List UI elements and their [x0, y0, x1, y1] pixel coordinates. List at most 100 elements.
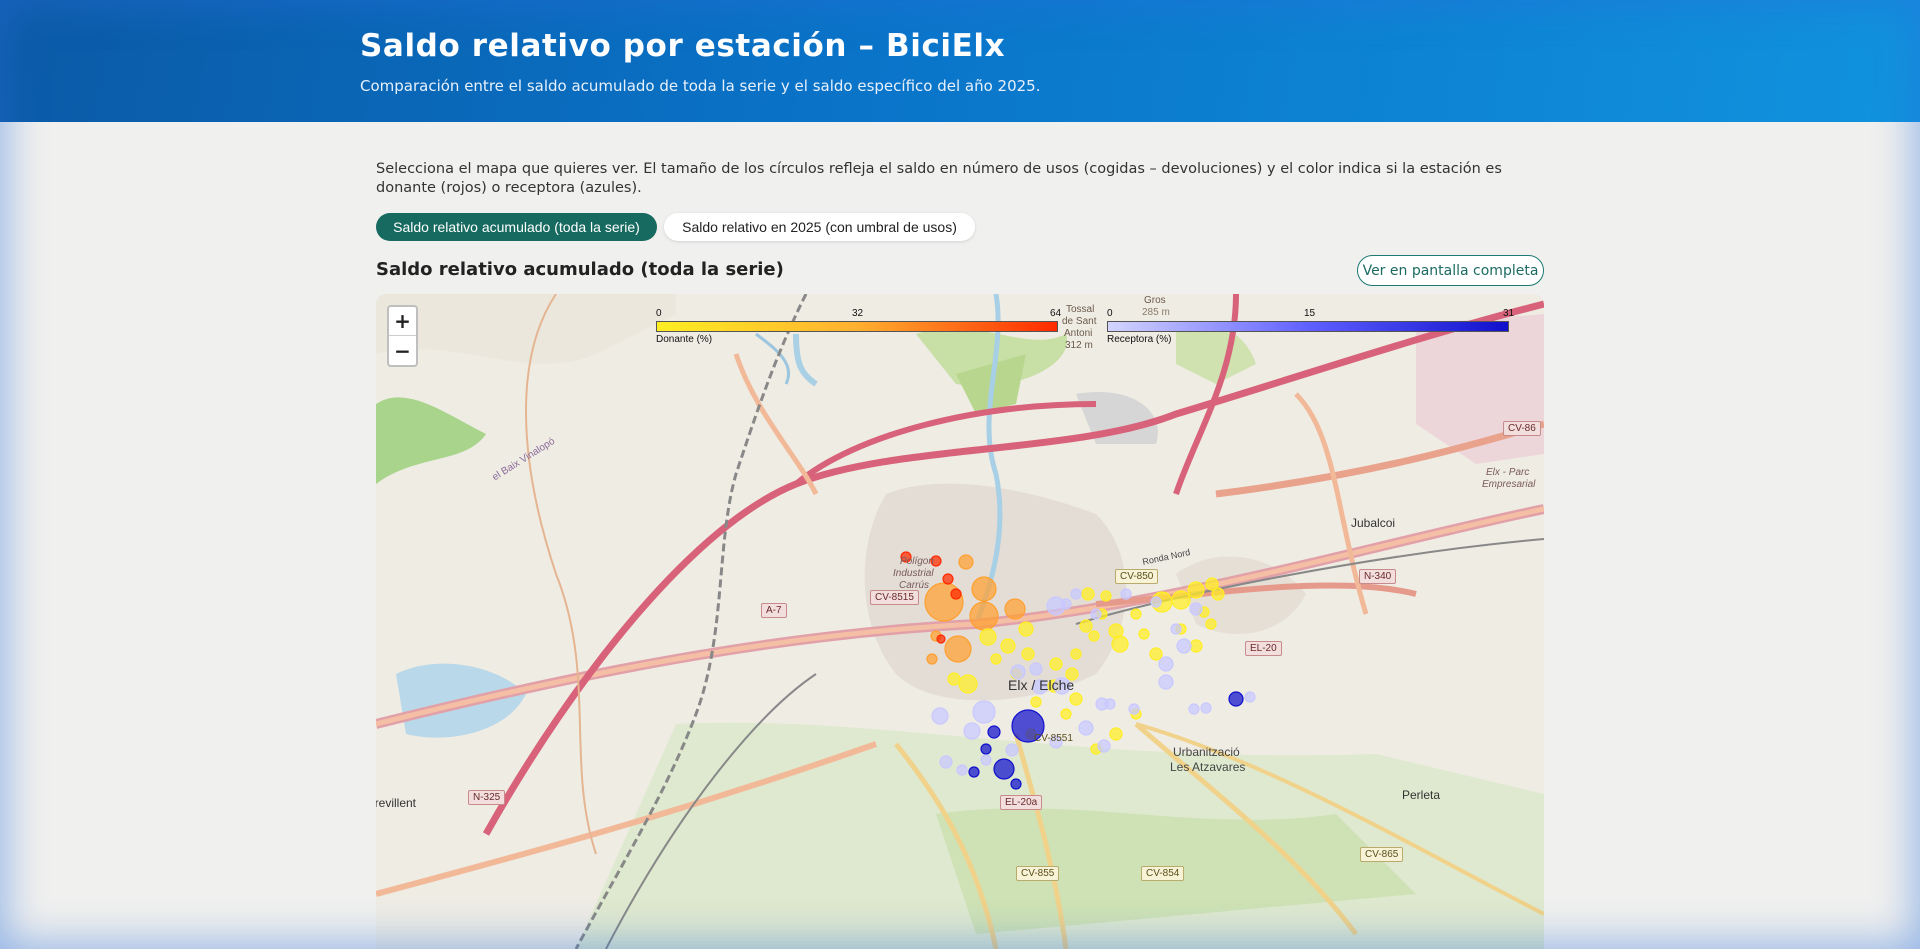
donor-station-marker[interactable]: [1109, 727, 1123, 741]
donor-station-marker[interactable]: [1130, 608, 1142, 620]
receptor-station-marker[interactable]: [1010, 778, 1022, 790]
donante-colorbar: [656, 321, 1058, 332]
receptor-station-marker[interactable]: [931, 707, 949, 725]
donor-station-marker[interactable]: [1108, 623, 1124, 639]
place-atzavares: Les Atzavares: [1170, 760, 1246, 774]
receptor-station-marker[interactable]: [1170, 623, 1182, 635]
donante-legend-caption: Donante (%): [656, 334, 713, 345]
donor-station-marker[interactable]: [950, 588, 962, 600]
fullscreen-button[interactable]: Ver en pantalla completa: [1357, 255, 1544, 286]
donor-station-marker[interactable]: [942, 573, 954, 585]
receptor-station-marker[interactable]: [1005, 743, 1019, 757]
receptor-station-marker[interactable]: [1188, 703, 1200, 715]
receptora-legend: 0 15 31 Receptora (%): [1107, 308, 1517, 345]
donor-station-marker[interactable]: [969, 601, 999, 631]
receptor-station-marker[interactable]: [1078, 720, 1094, 736]
donor-station-marker[interactable]: [947, 672, 961, 686]
donor-station-marker[interactable]: [1004, 598, 1026, 620]
donor-station-marker[interactable]: [1070, 648, 1082, 660]
donor-station-marker[interactable]: [926, 653, 938, 665]
page-subtitle: Comparación entre el saldo acumulado de …: [360, 77, 1041, 95]
place-parc-empresarial-2: Empresarial: [1482, 479, 1536, 490]
shield-cv86: CV-86: [1503, 421, 1541, 436]
receptor-station-marker[interactable]: [1244, 691, 1256, 703]
donante-legend-min: 0: [656, 308, 662, 319]
place-parc-empresarial-1: Elx - Parc: [1486, 467, 1530, 478]
donor-station-marker[interactable]: [1149, 647, 1163, 661]
donor-station-marker[interactable]: [1069, 692, 1083, 706]
donor-station-marker[interactable]: [971, 576, 997, 602]
receptor-station-marker[interactable]: [1176, 638, 1192, 654]
receptora-legend-max: 31: [1503, 308, 1515, 319]
place-elche: Elx / Elche: [1008, 677, 1075, 693]
donor-station-marker[interactable]: [990, 653, 1002, 665]
donor-station-marker[interactable]: [1211, 587, 1225, 601]
zoom-out-button[interactable]: −: [389, 336, 416, 365]
receptor-station-marker[interactable]: [1070, 588, 1082, 600]
donor-station-marker[interactable]: [1187, 581, 1205, 599]
shield-cv855: CV-855: [1016, 866, 1060, 881]
donor-station-marker[interactable]: [979, 628, 997, 646]
donor-station-marker[interactable]: [958, 674, 978, 694]
receptor-station-marker[interactable]: [1120, 588, 1132, 600]
receptor-station-marker[interactable]: [956, 764, 968, 776]
map-view[interactable]: + − 0 32 64 Donante (%) 0 15 31 Receptor…: [376, 294, 1544, 949]
donor-station-marker[interactable]: [1021, 647, 1035, 661]
receptor-station-marker[interactable]: [1158, 674, 1174, 690]
receptor-station-marker[interactable]: [939, 755, 953, 769]
receptor-station-marker[interactable]: [987, 725, 1001, 739]
donor-station-marker[interactable]: [1100, 590, 1112, 602]
place-poligon-1: Polígon: [900, 556, 934, 567]
receptor-station-marker[interactable]: [1150, 596, 1162, 608]
receptor-station-marker[interactable]: [1029, 662, 1043, 676]
place-tossal-3: Antoni: [1064, 328, 1093, 339]
donante-legend-max: 64: [1050, 308, 1062, 319]
donor-station-marker[interactable]: [1060, 708, 1072, 720]
receptora-legend-min: 0: [1107, 308, 1113, 319]
receptor-station-marker[interactable]: [968, 766, 980, 778]
receptor-station-marker[interactable]: [1128, 703, 1140, 715]
receptor-station-marker[interactable]: [1104, 698, 1116, 710]
receptor-station-marker[interactable]: [993, 758, 1015, 780]
place-tossal-2: de Sant: [1062, 316, 1097, 327]
donor-station-marker[interactable]: [936, 634, 946, 644]
donor-station-marker[interactable]: [1049, 657, 1063, 671]
donor-station-marker[interactable]: [1000, 638, 1016, 654]
page-title: Saldo relativo por estación – BiciElx: [360, 28, 1006, 64]
shield-cv8515: CV-8515: [870, 590, 919, 605]
donor-station-marker[interactable]: [1171, 590, 1191, 610]
donor-station-marker[interactable]: [1081, 587, 1095, 601]
zoom-in-button[interactable]: +: [389, 307, 416, 336]
place-poligon-2: Industrial: [893, 568, 934, 579]
receptor-station-marker[interactable]: [980, 754, 992, 766]
shield-el20: EL-20: [1245, 641, 1282, 656]
receptor-station-marker[interactable]: [1189, 602, 1203, 616]
donor-station-marker[interactable]: [1138, 628, 1150, 640]
receptor-station-marker[interactable]: [980, 743, 992, 755]
donor-station-marker[interactable]: [1088, 630, 1100, 642]
donor-station-marker[interactable]: [944, 635, 972, 663]
shield-cv865: CV-865: [1360, 847, 1404, 862]
receptor-station-marker[interactable]: [1158, 656, 1174, 672]
donor-station-marker[interactable]: [958, 554, 974, 570]
donor-station-marker[interactable]: [1205, 618, 1217, 630]
receptor-station-marker[interactable]: [972, 700, 996, 724]
shield-a7: A-7: [761, 603, 787, 618]
shield-cv850: CV-850: [1115, 569, 1159, 584]
receptor-station-marker[interactable]: [1060, 598, 1072, 610]
donor-station-marker[interactable]: [1079, 619, 1093, 633]
shield-n325: N-325: [468, 790, 506, 805]
receptor-station-marker[interactable]: [1097, 739, 1111, 753]
donor-station-marker[interactable]: [1030, 696, 1042, 708]
receptor-station-marker[interactable]: [963, 722, 981, 740]
donor-station-marker[interactable]: [1018, 621, 1034, 637]
receptor-station-marker[interactable]: [1090, 608, 1102, 620]
tab-cumulative-balance[interactable]: Saldo relativo acumulado (toda la serie): [376, 213, 657, 241]
map-title: Saldo relativo acumulado (toda la serie): [376, 259, 784, 280]
receptor-station-marker[interactable]: [1200, 702, 1212, 714]
tab-2025-balance[interactable]: Saldo relativo en 2025 (con umbral de us…: [664, 213, 975, 241]
shield-el20a: EL-20a: [1000, 795, 1043, 810]
donor-station-marker[interactable]: [1189, 639, 1203, 653]
receptora-legend-mid: 15: [1304, 308, 1316, 319]
receptor-station-marker[interactable]: [1228, 691, 1244, 707]
